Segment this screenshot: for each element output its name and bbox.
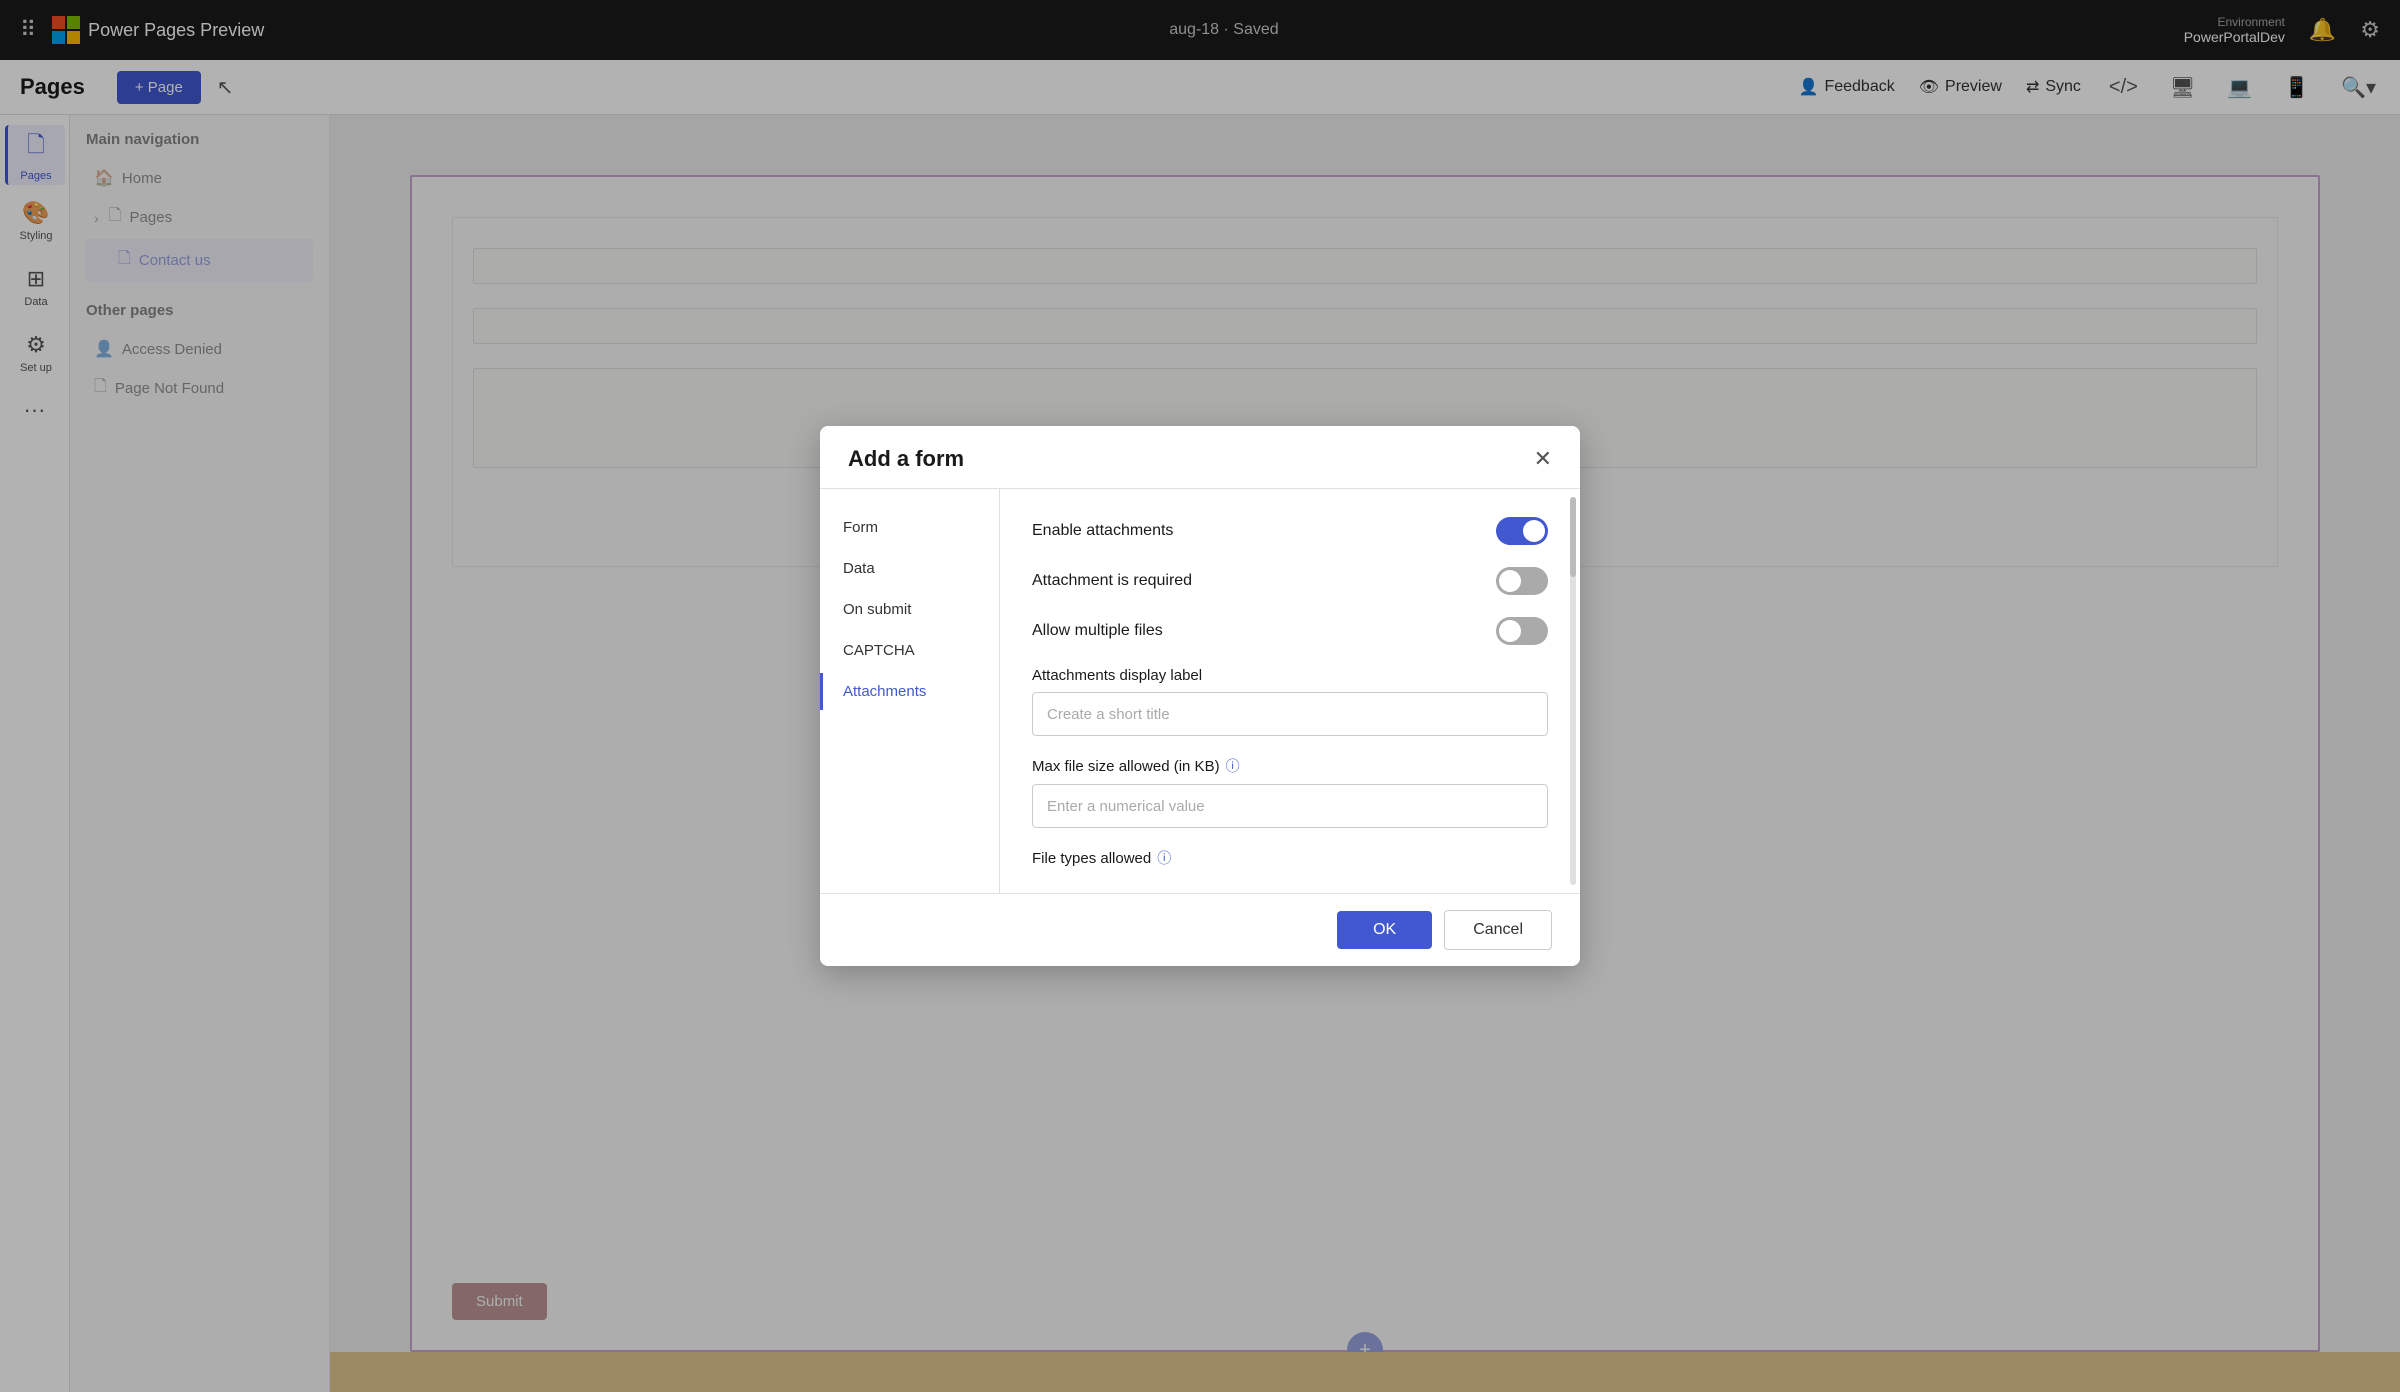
ok-button[interactable]: OK xyxy=(1337,911,1432,949)
max-file-size-field: Max file size allowed (in KB) ⓘ xyxy=(1032,756,1548,848)
attachment-required-label: Attachment is required xyxy=(1032,572,1192,590)
attachment-required-toggle[interactable] xyxy=(1496,567,1548,595)
enable-attachments-row: Enable attachments xyxy=(1032,517,1548,545)
add-form-dialog: Add a form ✕ Form Data On submit CAPTCHA… xyxy=(820,426,1580,966)
max-file-size-input[interactable] xyxy=(1032,784,1548,828)
cancel-button[interactable]: Cancel xyxy=(1444,910,1552,950)
max-file-size-title: Max file size allowed (in KB) ⓘ xyxy=(1032,756,1548,776)
dialog-scrollbar-track xyxy=(1570,497,1576,885)
dialog-header: Add a form ✕ xyxy=(820,426,1580,489)
allow-multiple-slider xyxy=(1496,617,1548,645)
file-types-info-icon[interactable]: ⓘ xyxy=(1157,848,1171,868)
max-file-size-info-icon[interactable]: ⓘ xyxy=(1226,756,1240,776)
dialog-main-content: Enable attachments Attachment is require… xyxy=(1000,489,1580,893)
enable-attachments-label: Enable attachments xyxy=(1032,522,1173,540)
display-label-field: Attachments display label xyxy=(1032,667,1548,756)
dialog-nav-attachments[interactable]: Attachments xyxy=(820,673,999,710)
allow-multiple-toggle[interactable] xyxy=(1496,617,1548,645)
dialog-nav-captcha[interactable]: CAPTCHA xyxy=(820,632,999,669)
allow-multiple-row: Allow multiple files xyxy=(1032,617,1548,645)
enable-attachments-toggle[interactable] xyxy=(1496,517,1548,545)
attachment-required-row: Attachment is required xyxy=(1032,567,1548,595)
dialog-nav-on-submit[interactable]: On submit xyxy=(820,591,999,628)
dialog-nav-data[interactable]: Data xyxy=(820,550,999,587)
display-label-input[interactable] xyxy=(1032,692,1548,736)
display-label-title: Attachments display label xyxy=(1032,667,1548,684)
dialog-title: Add a form xyxy=(848,446,964,472)
file-types-row: File types allowed ⓘ xyxy=(1032,848,1548,868)
dialog-overlay: Add a form ✕ Form Data On submit CAPTCHA… xyxy=(0,0,2400,1392)
dialog-footer: OK Cancel xyxy=(820,893,1580,966)
enable-attachments-slider xyxy=(1496,517,1548,545)
dialog-body: Form Data On submit CAPTCHA Attachments … xyxy=(820,489,1580,893)
dialog-scrollbar-thumb[interactable] xyxy=(1570,497,1576,577)
dialog-nav-form[interactable]: Form xyxy=(820,509,999,546)
allow-multiple-label: Allow multiple files xyxy=(1032,622,1163,640)
dialog-sidebar-nav: Form Data On submit CAPTCHA Attachments xyxy=(820,489,1000,893)
attachment-required-slider xyxy=(1496,567,1548,595)
dialog-close-button[interactable]: ✕ xyxy=(1534,448,1552,470)
